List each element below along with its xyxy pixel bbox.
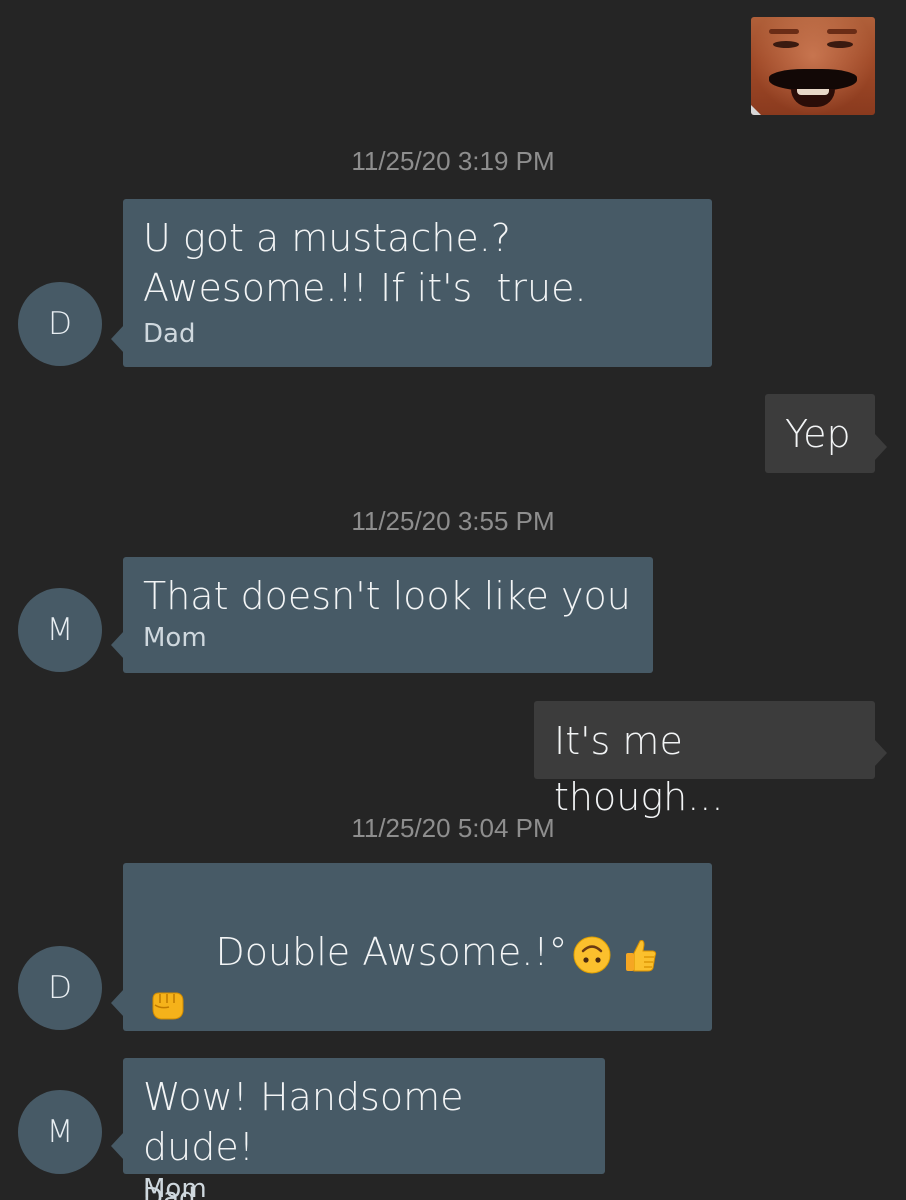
timestamp: 11/25/20 3:19 PM (351, 146, 555, 176)
incoming-message-bubble[interactable]: Double Awsome.!° Dad (111, 863, 712, 1200)
left-brow (769, 29, 799, 34)
incoming-message-bubble[interactable]: U got a mustache.? Awesome.!! If it's tr… (111, 199, 712, 367)
message-thread: 11/25/20 3:19 PM D U got a mustache.? Aw… (0, 0, 906, 1200)
sent-image-mustache-face[interactable] (751, 17, 875, 115)
sender-name: Mom (143, 1174, 207, 1200)
message-text: That doesn't look like you (143, 574, 631, 618)
avatar-dad[interactable]: D (18, 282, 102, 366)
avatar-mom[interactable]: M (18, 588, 102, 672)
mustache (769, 69, 857, 91)
teeth (797, 89, 829, 95)
timestamp: 11/25/20 3:55 PM (351, 506, 555, 536)
message-text: It's me though... (554, 719, 724, 819)
message-text-content: Double Awsome.!° (215, 930, 568, 974)
upside-down-face-icon (573, 936, 611, 973)
avatar-mom[interactable]: M (18, 1090, 102, 1174)
oncoming-fist-icon (152, 992, 184, 1019)
incoming-message-bubble[interactable]: That doesn't look like you Mom (111, 557, 653, 673)
outgoing-message-bubble[interactable]: Yep (765, 394, 887, 473)
message-text: Yep (785, 412, 851, 456)
avatar-dad[interactable]: D (18, 946, 102, 1030)
timestamp: 11/25/20 5:04 PM (351, 813, 555, 843)
right-eye (827, 41, 853, 48)
left-eye (773, 41, 799, 48)
message-text: U got a mustache.? Awesome.!! If it's tr… (143, 216, 587, 310)
incoming-message-bubble[interactable]: Wow! Handsome dude! Mom (111, 1058, 605, 1200)
message-text: Wow! Handsome dude! (143, 1075, 476, 1169)
outgoing-message-bubble[interactable]: It's me though... (534, 701, 887, 819)
thumbs-up-icon (625, 939, 656, 971)
right-brow (827, 29, 857, 34)
sender-name: Dad (143, 319, 196, 349)
sender-name: Mom (143, 623, 207, 653)
